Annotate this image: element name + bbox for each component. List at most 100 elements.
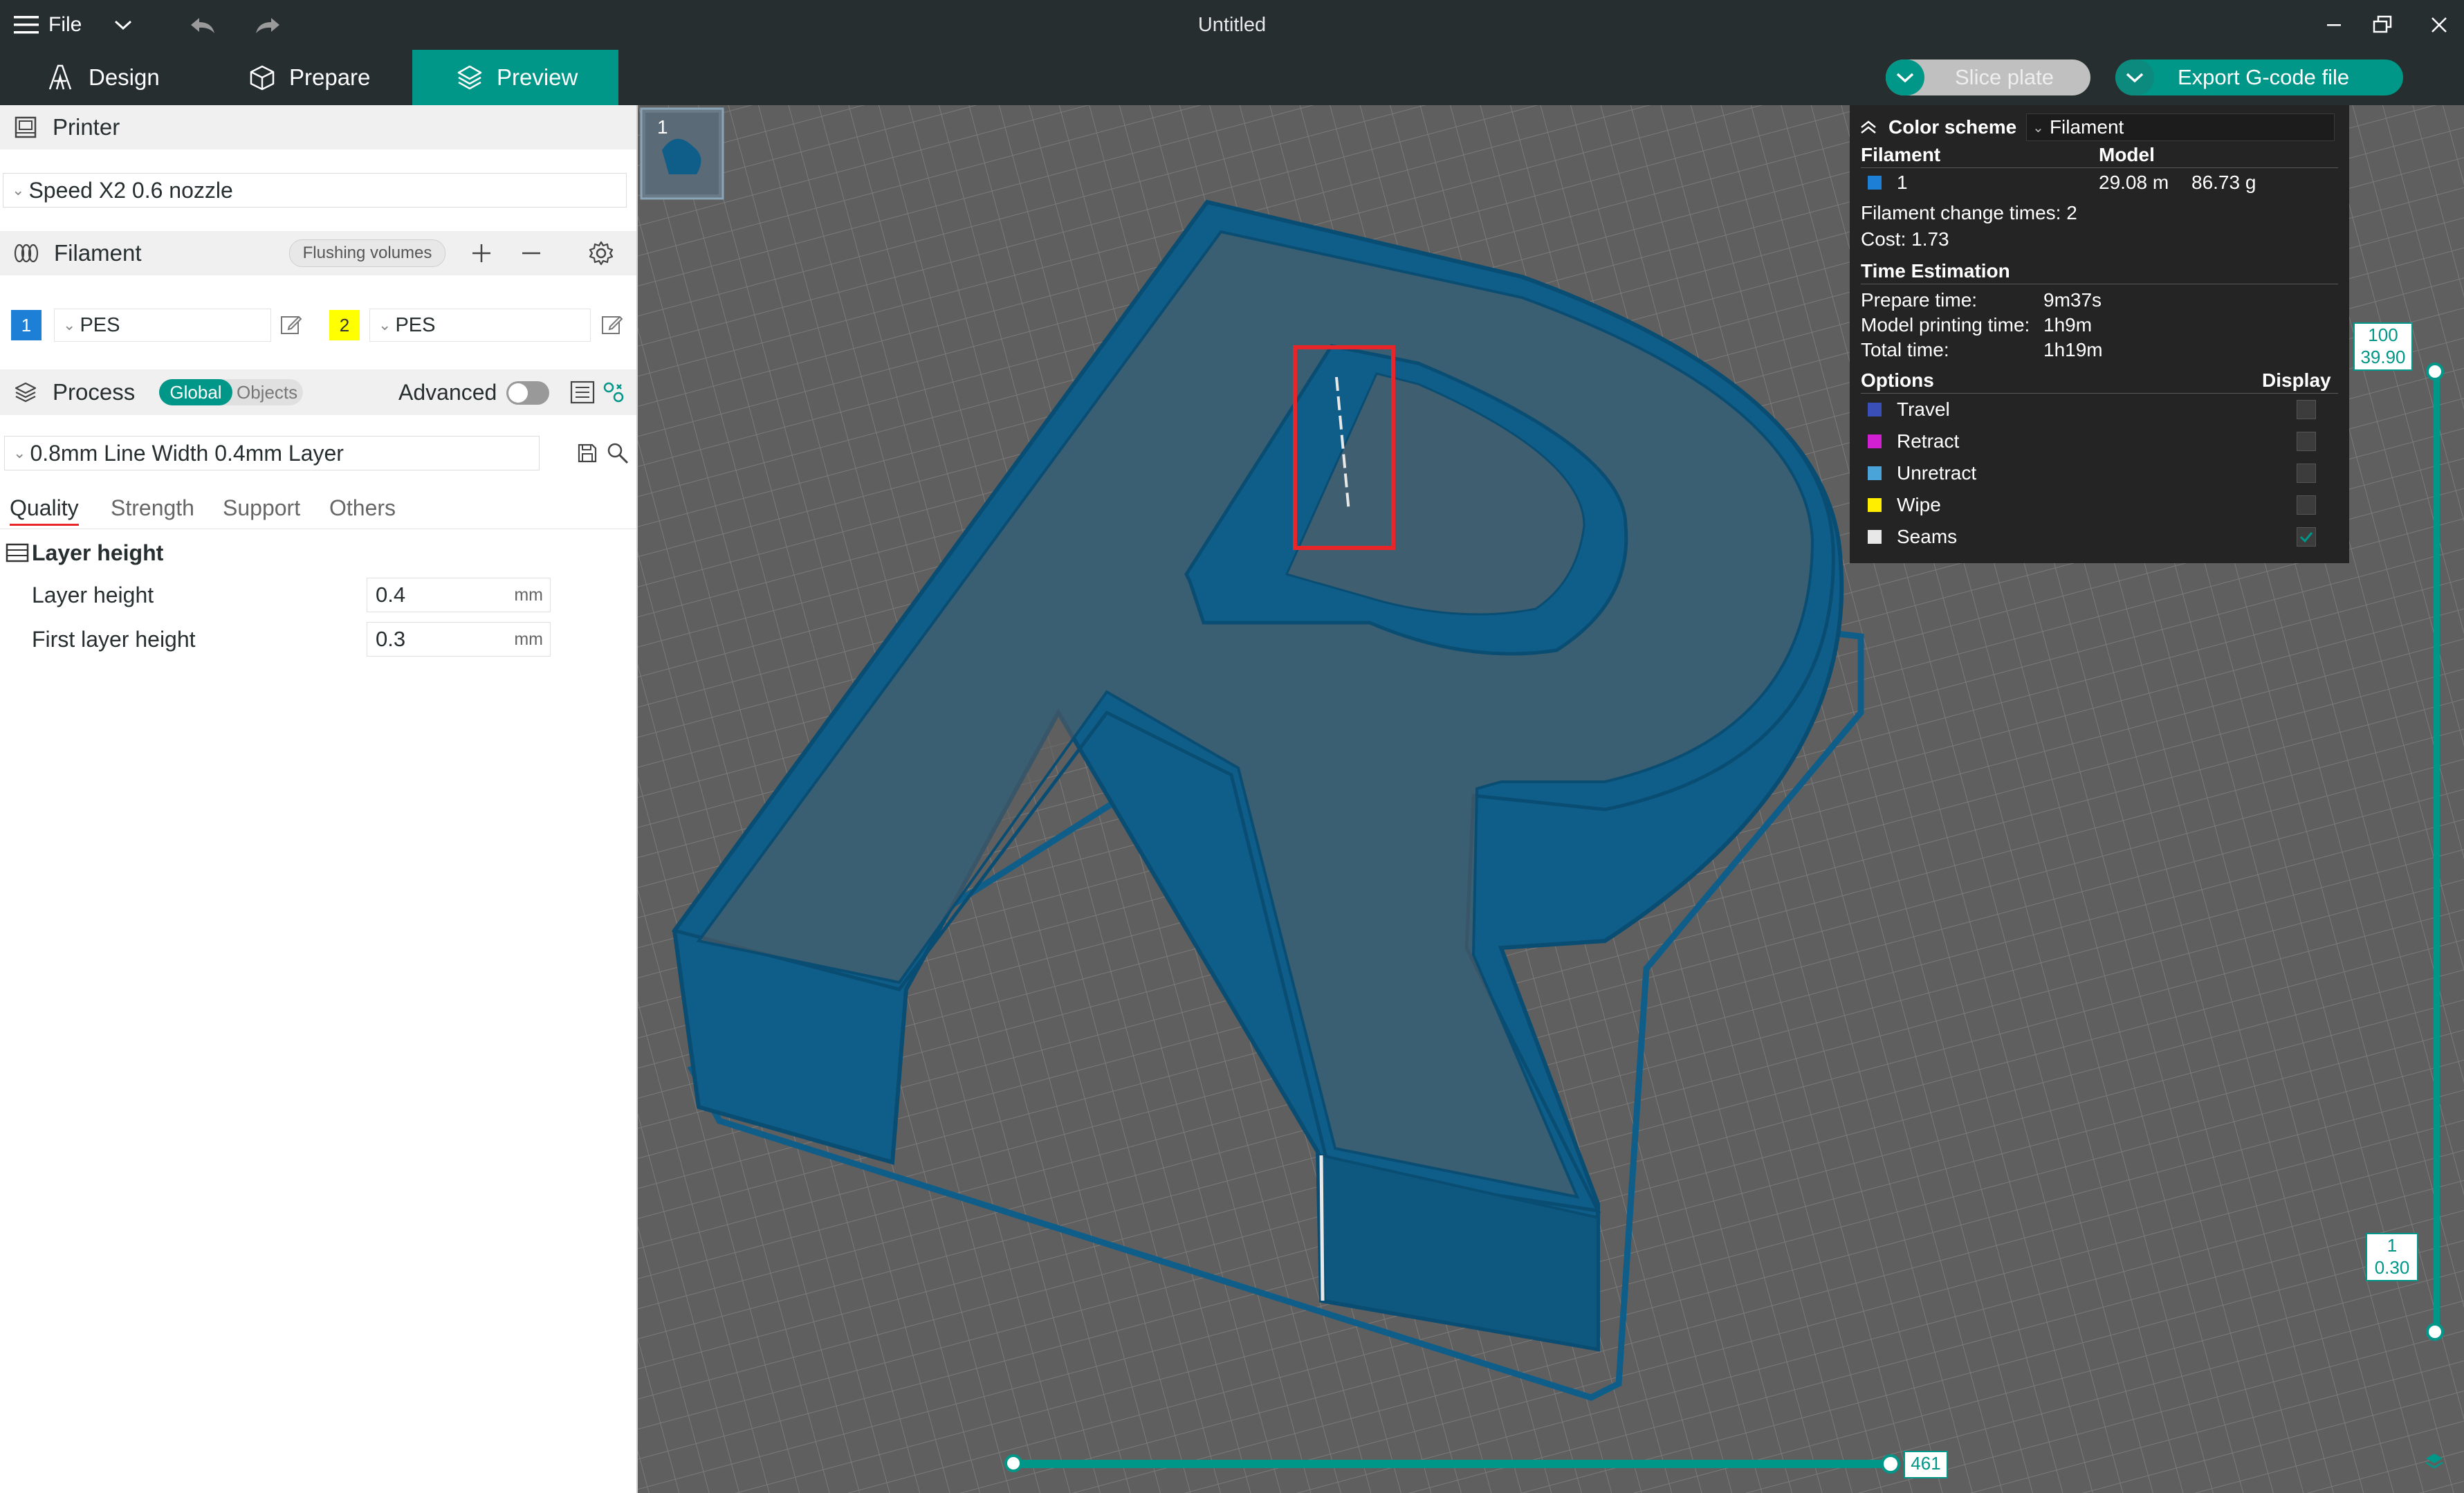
process-preset-select[interactable]: ⌄ 0.8mm Line Width 0.4mm Layer <box>4 436 540 470</box>
process-tabs: Quality Strength Support Others <box>0 488 638 529</box>
filament-section-label: Filament <box>54 240 142 266</box>
undo-icon <box>191 18 214 33</box>
compare-icon[interactable] <box>602 381 625 404</box>
travel-display-checkbox[interactable] <box>2297 400 2316 419</box>
undo-button[interactable] <box>188 0 223 50</box>
time-row: Prepare time: 9m37s <box>1861 289 2102 311</box>
filament-slot-index: 1 <box>11 310 42 340</box>
move-slider-right-thumb[interactable] <box>1881 1454 1900 1474</box>
seams-display-checkbox[interactable] <box>2297 527 2316 547</box>
flushing-volumes-button[interactable]: Flushing volumes <box>289 239 445 267</box>
tab-preview[interactable]: Preview <box>412 50 618 105</box>
add-filament-icon[interactable] <box>470 242 493 264</box>
tab-design-label: Design <box>89 64 160 90</box>
tab-support[interactable]: Support <box>223 495 300 521</box>
file-menu[interactable]: File <box>14 0 145 50</box>
layer-slider-top-thumb[interactable] <box>2426 363 2444 381</box>
layer-slider-track[interactable] <box>2434 372 2440 1333</box>
tab-preview-label: Preview <box>497 64 578 90</box>
printer-select-value: Speed X2 0.6 nozzle <box>28 177 233 203</box>
remove-filament-icon[interactable] <box>520 242 542 264</box>
edit-icon[interactable] <box>279 313 303 336</box>
save-icon[interactable] <box>577 443 598 464</box>
unretract-display-checkbox[interactable] <box>2297 464 2316 483</box>
legend-panel: Color scheme ⌄ Filament Filament Model 1… <box>1850 105 2349 563</box>
field-unit: mm <box>514 629 543 649</box>
global-option[interactable]: Global <box>159 379 232 405</box>
checkmark-icon <box>2299 532 2313 543</box>
layer-slider-bottom-thumb[interactable] <box>2426 1323 2444 1341</box>
layer-bottom-badge: 1 0.30 <box>2366 1233 2418 1281</box>
plate-number[interactable]: 1 <box>657 116 668 138</box>
slice-plate-label: Slice plate <box>1955 65 2054 89</box>
filament-color-swatch <box>1868 176 1882 190</box>
seam-line <box>1319 1155 1325 1301</box>
option-swatch <box>1868 434 1882 448</box>
export-gcode-button[interactable]: Export G-code file <box>2115 59 2403 95</box>
tab-prepare[interactable]: Prepare <box>249 50 401 105</box>
close-button[interactable] <box>2425 0 2453 50</box>
layer-height-input[interactable]: 0.4 mm <box>367 578 551 612</box>
layers-icon <box>457 65 482 90</box>
tab-strength[interactable]: Strength <box>111 495 194 521</box>
filament-slot-1[interactable]: 1 ⌄ PES <box>11 309 288 342</box>
layer-height-group-title: Layer height <box>6 537 163 569</box>
restore-button[interactable] <box>2369 0 2396 50</box>
close-icon <box>2431 17 2447 33</box>
move-slider-track[interactable] <box>1009 1460 1894 1468</box>
field-label: First layer height <box>32 626 196 652</box>
list-view-icon[interactable] <box>570 381 595 404</box>
option-swatch <box>1868 466 1882 480</box>
minimize-button[interactable] <box>2320 0 2348 50</box>
global-objects-toggle[interactable]: Global Objects <box>159 379 303 405</box>
filament-slot-2[interactable]: 2 ⌄ PES <box>329 309 592 342</box>
filament-type-value: PES <box>395 313 436 336</box>
advanced-toggle[interactable] <box>506 381 549 405</box>
wipe-display-checkbox[interactable] <box>2297 495 2316 515</box>
redo-button[interactable] <box>253 0 288 50</box>
chevron-down-icon: ⌄ <box>12 181 25 199</box>
settings-sidebar: Printer ⌄ Speed X2 0.6 nozzle Filament F… <box>0 105 638 1493</box>
export-dropdown-toggle[interactable] <box>2115 59 2154 95</box>
search-icon[interactable] <box>606 441 629 465</box>
plate-thumbnail <box>640 107 724 200</box>
tab-prepare-label: Prepare <box>289 64 371 90</box>
color-scheme-select[interactable]: ⌄ Filament <box>2026 113 2335 141</box>
cube-icon <box>250 65 275 91</box>
slice-dropdown-toggle[interactable] <box>1886 59 1924 95</box>
chevron-down-icon: ⌄ <box>378 316 392 333</box>
process-layers-icon <box>15 382 37 403</box>
retract-display-checkbox[interactable] <box>2297 432 2316 451</box>
printer-select[interactable]: ⌄ Speed X2 0.6 nozzle <box>3 173 627 208</box>
tab-quality[interactable]: Quality <box>10 495 79 526</box>
objects-option[interactable]: Objects <box>237 382 297 403</box>
minimize-icon <box>2327 24 2341 26</box>
process-section-label: Process <box>53 379 136 405</box>
option-seams: Seams <box>1861 526 2338 551</box>
option-unretract: Unretract <box>1861 462 2338 487</box>
option-retract: Retract <box>1861 430 2338 455</box>
edit-icon[interactable] <box>600 313 624 336</box>
filament-type-select[interactable]: ⌄ PES <box>54 309 271 342</box>
printer-icon <box>15 116 37 138</box>
process-section-header: Process Global Objects Advanced <box>0 369 638 415</box>
tab-others[interactable]: Others <box>329 495 396 521</box>
title-bar: File Untitled <box>0 0 2464 50</box>
tab-design[interactable]: Design <box>46 50 184 105</box>
gear-icon[interactable] <box>588 240 614 266</box>
first-layer-height-input[interactable]: 0.3 mm <box>367 622 551 657</box>
design-icon <box>48 64 72 90</box>
layers-toggle-icon[interactable] <box>2424 1451 2445 1472</box>
hamburger-icon <box>14 16 39 34</box>
chevron-down-icon[interactable] <box>113 18 133 32</box>
filament-change-times: Filament change times: 2 <box>1861 202 2077 223</box>
chevron-down-icon <box>2126 73 2144 83</box>
chevron-down-icon: ⌄ <box>2032 120 2044 136</box>
filament-type-select[interactable]: ⌄ PES <box>369 309 591 342</box>
slice-plate-button[interactable]: Slice plate <box>1886 59 2090 95</box>
move-slider-left-thumb[interactable] <box>1004 1454 1022 1472</box>
collapse-icon[interactable] <box>1859 120 1877 135</box>
field-label: Layer height <box>32 582 154 607</box>
redo-icon <box>256 18 279 33</box>
time-estimation-header: Time Estimation <box>1861 260 2338 284</box>
